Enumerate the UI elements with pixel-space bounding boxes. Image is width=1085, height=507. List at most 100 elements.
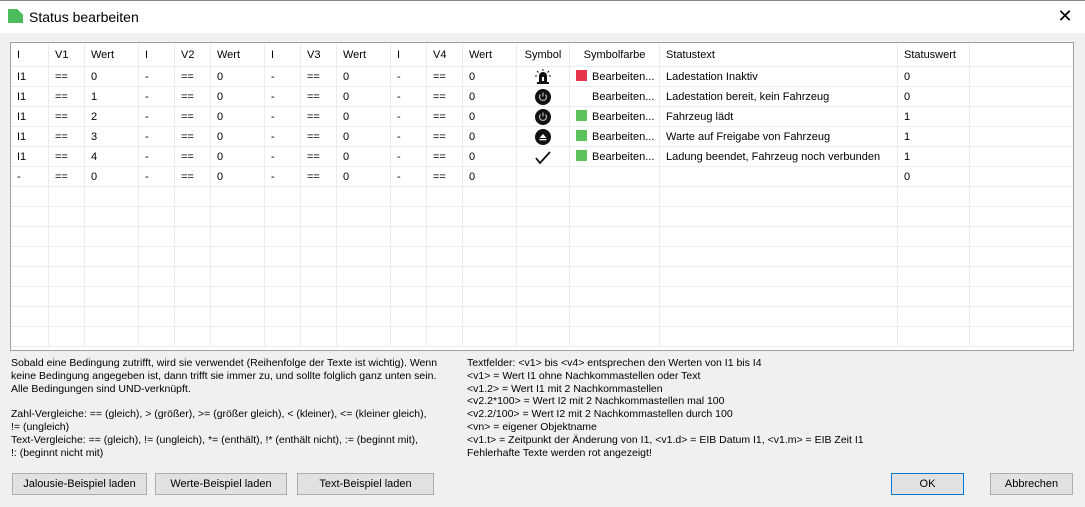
table-row[interactable] <box>11 247 1073 267</box>
table-row[interactable]: - == 0- == 0- == 0- == 0 0 <box>11 167 1073 187</box>
table-cell[interactable] <box>211 307 265 327</box>
table-row[interactable]: I1 == 2- == 0- == 0- == 0 Bearbeiten... Fahrzeug l… <box>11 107 1073 127</box>
column-header[interactable]: Symbolfarbe <box>570 43 660 67</box>
table-cell[interactable]: 0 <box>337 127 391 147</box>
table-cell[interactable] <box>570 267 660 287</box>
table-cell[interactable] <box>301 247 337 267</box>
table-cell[interactable] <box>898 287 970 307</box>
table-cell[interactable]: == <box>49 167 85 187</box>
table-cell[interactable]: - <box>265 127 301 147</box>
table-cell[interactable] <box>570 187 660 207</box>
table-cell[interactable]: - <box>391 67 427 87</box>
table-cell[interactable]: - <box>391 107 427 127</box>
table-cell[interactable] <box>517 207 570 227</box>
table-cell[interactable]: == <box>301 107 337 127</box>
table-cell[interactable] <box>337 287 391 307</box>
table-cell[interactable] <box>265 187 301 207</box>
table-cell[interactable] <box>660 267 898 287</box>
table-cell[interactable] <box>85 207 139 227</box>
table-cell[interactable] <box>265 227 301 247</box>
table-cell[interactable]: 0 <box>211 67 265 87</box>
table-cell[interactable]: 0 <box>898 167 970 187</box>
column-header[interactable]: V2 <box>175 43 211 67</box>
table-cell[interactable] <box>570 307 660 327</box>
table-cell[interactable]: 0 <box>211 87 265 107</box>
table-cell[interactable]: == <box>427 127 463 147</box>
table-cell[interactable] <box>391 267 427 287</box>
table-cell[interactable] <box>463 247 517 267</box>
table-cell[interactable]: - <box>139 87 175 107</box>
table-cell[interactable] <box>49 307 85 327</box>
symbol-cell[interactable] <box>517 147 570 167</box>
table-cell[interactable]: == <box>301 127 337 147</box>
table-cell[interactable]: == <box>49 127 85 147</box>
table-cell[interactable] <box>660 287 898 307</box>
table-cell[interactable] <box>139 267 175 287</box>
table-cell[interactable]: == <box>49 147 85 167</box>
table-cell[interactable]: == <box>427 147 463 167</box>
symbol-cell[interactable] <box>517 67 570 87</box>
table-cell[interactable] <box>660 247 898 267</box>
table-cell[interactable]: == <box>301 87 337 107</box>
table-row[interactable]: I1 == 4- == 0- == 0- == 0 Bearbeiten... Ladung bee… <box>11 147 1073 167</box>
table-cell[interactable] <box>301 327 337 347</box>
table-cell[interactable]: 1 <box>898 147 970 167</box>
table-cell[interactable] <box>11 247 49 267</box>
column-header[interactable]: Wert <box>337 43 391 67</box>
table-cell[interactable] <box>463 227 517 247</box>
table-cell[interactable]: 0 <box>85 167 139 187</box>
symbol-color-cell[interactable]: Bearbeiten... <box>570 67 660 87</box>
table-cell[interactable]: Ladestation bereit, kein Fahrzeug <box>660 87 898 107</box>
table-cell[interactable]: == <box>427 107 463 127</box>
column-header[interactable]: Wert <box>463 43 517 67</box>
table-cell[interactable]: 3 <box>85 127 139 147</box>
table-cell[interactable] <box>301 267 337 287</box>
table-cell[interactable] <box>175 287 211 307</box>
table-cell[interactable]: I1 <box>11 147 49 167</box>
table-row[interactable] <box>11 227 1073 247</box>
table-cell[interactable] <box>265 307 301 327</box>
column-header[interactable]: Symbol <box>517 43 570 67</box>
table-cell[interactable]: - <box>265 67 301 87</box>
load-jalousie-example-button[interactable]: Jalousie-Beispiel laden <box>12 473 147 495</box>
table-row[interactable] <box>11 267 1073 287</box>
table-cell[interactable] <box>898 307 970 327</box>
table-cell[interactable] <box>265 247 301 267</box>
table-cell[interactable]: 1 <box>898 107 970 127</box>
table-cell[interactable]: == <box>49 87 85 107</box>
table-cell[interactable] <box>85 267 139 287</box>
table-row[interactable] <box>11 187 1073 207</box>
column-header[interactable]: Statustext <box>660 43 898 67</box>
table-cell[interactable] <box>427 187 463 207</box>
table-cell[interactable] <box>337 327 391 347</box>
table-cell[interactable] <box>49 187 85 207</box>
table-cell[interactable]: == <box>175 167 211 187</box>
table-cell[interactable] <box>391 287 427 307</box>
table-cell[interactable] <box>570 227 660 247</box>
table-cell[interactable] <box>337 227 391 247</box>
table-cell[interactable] <box>301 307 337 327</box>
column-header[interactable]: Wert <box>85 43 139 67</box>
table-cell[interactable] <box>427 287 463 307</box>
table-cell[interactable]: 0 <box>463 167 517 187</box>
table-cell[interactable]: - <box>391 127 427 147</box>
table-cell[interactable] <box>49 227 85 247</box>
table-cell[interactable] <box>175 247 211 267</box>
table-cell[interactable] <box>427 267 463 287</box>
table-cell[interactable] <box>301 227 337 247</box>
table-cell[interactable]: 0 <box>463 107 517 127</box>
table-cell[interactable] <box>898 227 970 247</box>
table-cell[interactable]: Ladung beendet, Fahrzeug noch verbunden <box>660 147 898 167</box>
table-cell[interactable]: == <box>175 127 211 147</box>
table-cell[interactable] <box>391 307 427 327</box>
table-cell[interactable]: == <box>427 87 463 107</box>
table-cell[interactable] <box>463 307 517 327</box>
table-cell[interactable] <box>11 267 49 287</box>
table-cell[interactable] <box>570 287 660 307</box>
table-cell[interactable]: - <box>391 147 427 167</box>
table-cell[interactable]: == <box>427 167 463 187</box>
symbol-color-edit-link[interactable]: Bearbeiten... <box>592 131 654 143</box>
table-cell[interactable]: 0 <box>337 67 391 87</box>
table-cell[interactable] <box>265 267 301 287</box>
close-icon[interactable]: ✕ <box>1055 6 1075 27</box>
